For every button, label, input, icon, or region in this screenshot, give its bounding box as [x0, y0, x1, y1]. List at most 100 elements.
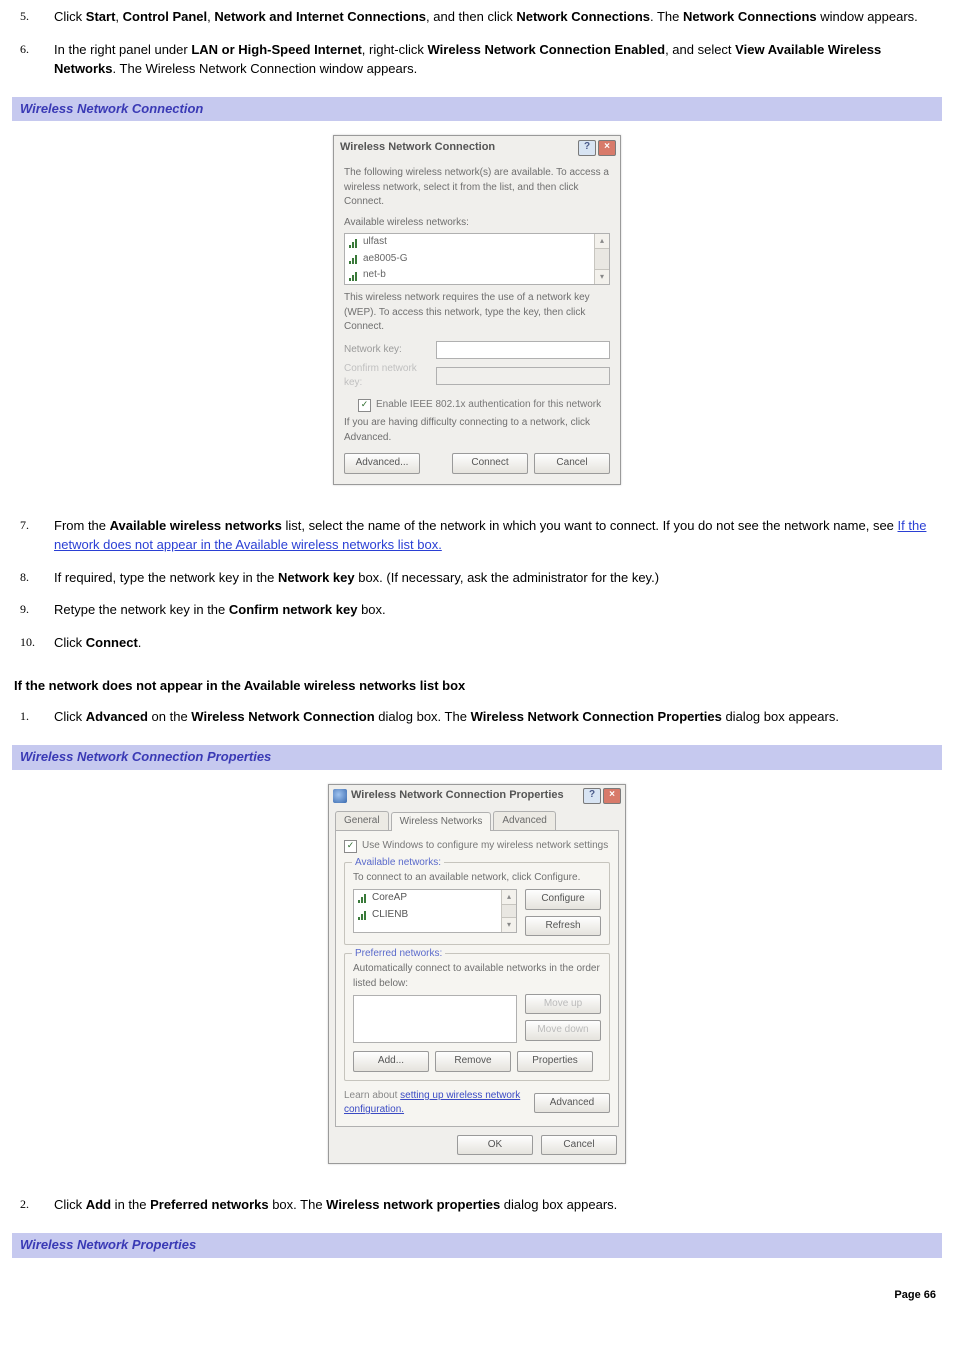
add-button[interactable]: Add...	[353, 1051, 429, 1072]
scroll-up-icon[interactable]: ▴	[502, 890, 516, 905]
figure-dialog1: Wireless Network Connection ? × The foll…	[12, 135, 942, 485]
cancel-button[interactable]: Cancel	[534, 453, 610, 474]
tab-wireless-networks[interactable]: Wireless Networks	[391, 812, 492, 832]
ok-button[interactable]: OK	[457, 1135, 533, 1156]
step-content: Retype the network key in the Confirm ne…	[54, 601, 942, 620]
section-bar-wnp: Wireless Network Properties	[12, 1233, 942, 1258]
movedown-button: Move down	[525, 1020, 601, 1041]
remove-button[interactable]: Remove	[435, 1051, 511, 1072]
available-networks-list[interactable]: ulfastae8005-Gnet-b ▴ ▾	[344, 233, 610, 285]
step-content: Click Add in the Preferred networks box.…	[54, 1196, 942, 1215]
available-networks-group: Available networks: To connect to an ava…	[344, 862, 610, 946]
list-item: 8.If required, type the network key in t…	[12, 569, 942, 588]
step-number: 6.	[12, 41, 54, 79]
list-item: 7.From the Available wireless networks l…	[12, 517, 942, 555]
list-item: 2.Click Add in the Preferred networks bo…	[12, 1196, 942, 1215]
step-number: 8.	[12, 569, 54, 588]
dialog-wireless-connection: Wireless Network Connection ? × The foll…	[333, 135, 621, 485]
cancel2-button[interactable]: Cancel	[541, 1135, 617, 1156]
step-number: 5.	[12, 8, 54, 27]
confirm-key-label: Confirm network key:	[344, 362, 436, 391]
network-row[interactable]: net-b	[345, 267, 609, 284]
network-key-label: Network key:	[344, 343, 436, 358]
step-list-c: 1.Click Advanced on the Wireless Network…	[12, 708, 942, 727]
network-row[interactable]: ulfast	[345, 234, 609, 251]
scrollbar[interactable]: ▴ ▾	[594, 234, 609, 284]
step-number: 10.	[12, 634, 54, 653]
app-icon	[333, 789, 347, 803]
list-item: 10.Click Connect.	[12, 634, 942, 653]
list-item: 5.Click Start, Control Panel, Network an…	[12, 8, 942, 27]
signal-icon	[349, 238, 357, 248]
available-legend: Available networks:	[352, 856, 444, 871]
dialog2-title: Wireless Network Connection Properties	[351, 788, 564, 804]
list-item: 9.Retype the network key in the Confirm …	[12, 601, 942, 620]
step-content: From the Available wireless networks lis…	[54, 517, 942, 555]
network-row[interactable]: CoreAP	[354, 890, 516, 907]
dialog-wireless-properties: Wireless Network Connection Properties ?…	[328, 784, 626, 1165]
step-number: 9.	[12, 601, 54, 620]
step-list-a: 5.Click Start, Control Panel, Network an…	[12, 8, 942, 79]
close-icon[interactable]: ×	[603, 788, 621, 804]
section-bar-wnc: Wireless Network Connection	[12, 97, 942, 122]
help-icon[interactable]: ?	[578, 140, 596, 156]
wep-hint: This wireless network requires the use o…	[344, 291, 610, 335]
help-icon[interactable]: ?	[583, 788, 601, 804]
scroll-up-icon[interactable]: ▴	[595, 234, 609, 249]
step-list-d: 2.Click Add in the Preferred networks bo…	[12, 1196, 942, 1215]
use-windows-label: Use Windows to configure my wireless net…	[362, 839, 608, 854]
signal-icon	[358, 910, 366, 920]
step-number: 1.	[12, 708, 54, 727]
tab-advanced[interactable]: Advanced	[493, 811, 555, 831]
network-key-input[interactable]	[436, 341, 610, 359]
step-content: Click Connect.	[54, 634, 942, 653]
preferred-networks-listbox[interactable]	[353, 995, 517, 1043]
tab-panel-wireless: ✓ Use Windows to configure my wireless n…	[335, 830, 619, 1127]
connect-button[interactable]: Connect	[452, 453, 528, 474]
tabstrip: GeneralWireless NetworksAdvanced	[329, 807, 625, 831]
preferred-legend: Preferred networks:	[352, 947, 445, 962]
dialog1-title: Wireless Network Connection	[340, 140, 495, 156]
preferred-hint: Automatically connect to available netwo…	[353, 962, 601, 991]
step-content: In the right panel under LAN or High-Spe…	[54, 41, 942, 79]
available-label: Available wireless networks:	[344, 216, 610, 231]
available-hint: To connect to an available network, clic…	[353, 871, 601, 886]
scroll-down-icon[interactable]: ▾	[502, 917, 516, 932]
list-item: 1.Click Advanced on the Wireless Network…	[12, 708, 942, 727]
scroll-down-icon[interactable]: ▾	[595, 269, 609, 284]
ieee-checkbox[interactable]: ✓	[358, 399, 371, 412]
step-content: Click Advanced on the Wireless Network C…	[54, 708, 942, 727]
step-number: 2.	[12, 1196, 54, 1215]
step-content: Click Start, Control Panel, Network and …	[54, 8, 942, 27]
ieee-label: Enable IEEE 802.1x authentication for th…	[376, 398, 601, 413]
signal-icon	[349, 254, 357, 264]
refresh-button[interactable]: Refresh	[525, 916, 601, 937]
tab-general[interactable]: General	[335, 811, 389, 831]
network-row[interactable]: CLIENB	[354, 907, 516, 924]
properties-button[interactable]: Properties	[517, 1051, 593, 1072]
moveup-button: Move up	[525, 994, 601, 1015]
advanced2-button[interactable]: Advanced	[534, 1093, 610, 1114]
page-number: Page 66	[12, 1288, 942, 1304]
section-bar-wncp: Wireless Network Connection Properties	[12, 745, 942, 770]
close-icon[interactable]: ×	[598, 140, 616, 156]
use-windows-checkbox[interactable]: ✓	[344, 840, 357, 853]
list-item: 6.In the right panel under LAN or High-S…	[12, 41, 942, 79]
advanced-hint: If you are having difficulty connecting …	[344, 416, 610, 445]
dialog2-titlebar: Wireless Network Connection Properties ?…	[329, 785, 625, 807]
advanced-button[interactable]: Advanced...	[344, 453, 420, 474]
available-networks-listbox[interactable]: CoreAPCLIENB ▴ ▾	[353, 889, 517, 933]
figure-dialog2: Wireless Network Connection Properties ?…	[12, 784, 942, 1165]
dialog1-hint: The following wireless network(s) are av…	[344, 166, 610, 210]
signal-icon	[349, 271, 357, 281]
step-number: 7.	[12, 517, 54, 555]
heading-not-appear: If the network does not appear in the Av…	[14, 677, 942, 696]
learn-text: Learn about setting up wireless network …	[344, 1089, 534, 1118]
step-content: If required, type the network key in the…	[54, 569, 942, 588]
network-row[interactable]: ae8005-G	[345, 251, 609, 268]
step-list-b: 7.From the Available wireless networks l…	[12, 517, 942, 653]
confirm-key-input	[436, 367, 610, 385]
configure-button[interactable]: Configure	[525, 889, 601, 910]
scrollbar[interactable]: ▴ ▾	[501, 890, 516, 932]
dialog1-titlebar: Wireless Network Connection ? ×	[334, 136, 620, 158]
